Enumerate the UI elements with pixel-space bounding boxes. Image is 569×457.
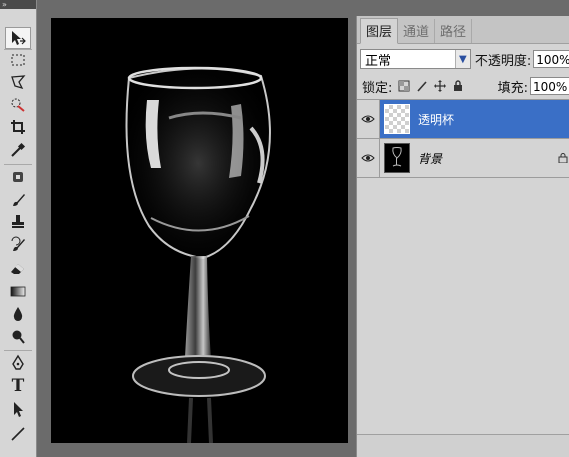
eyedropper-tool-button[interactable] xyxy=(6,140,30,160)
quick-selection-tool-button[interactable] xyxy=(6,94,30,114)
lasso-tool-button[interactable] xyxy=(6,72,30,92)
panel-tabs: 图层 通道 路径 xyxy=(357,16,569,44)
path-selection-icon xyxy=(14,402,23,417)
layer-list: 透明杯 背景 xyxy=(357,99,569,178)
layer-body[interactable]: 背景 xyxy=(380,139,569,177)
lock-image-pixels-icon[interactable] xyxy=(415,80,428,93)
fill-input[interactable]: 100% xyxy=(530,77,569,95)
chevron-down-icon[interactable]: ▼ xyxy=(454,50,470,68)
layers-panel: 图层 通道 路径 正常 ▼ 不透明度: 100% 锁定: 填充: 100% 透明… xyxy=(356,16,569,457)
visibility-toggle[interactable] xyxy=(357,139,380,177)
move-icon xyxy=(12,31,26,45)
panel-footer xyxy=(357,434,569,457)
tab-layers[interactable]: 图层 xyxy=(360,18,399,44)
lasso-icon xyxy=(11,75,26,90)
visibility-toggle[interactable] xyxy=(357,100,380,138)
type-tool-button[interactable]: T xyxy=(6,376,30,396)
eyedropper-icon xyxy=(11,142,26,157)
lock-icon xyxy=(558,153,568,163)
dodge-tool-button[interactable] xyxy=(6,327,30,347)
eye-icon xyxy=(361,115,375,123)
dodge-icon xyxy=(12,330,25,344)
lock-label: 锁定: xyxy=(362,80,393,96)
healing-brush-icon xyxy=(13,172,23,182)
history-brush-icon xyxy=(11,236,25,251)
gradient-icon xyxy=(10,286,26,297)
type-icon: T xyxy=(11,376,25,396)
lock-all-icon[interactable] xyxy=(451,80,464,93)
fill-label: 填充: xyxy=(497,80,528,96)
blur-icon xyxy=(13,307,23,321)
blend-row: 正常 ▼ 不透明度: 100% xyxy=(360,47,569,71)
clone-stamp-tool-button[interactable] xyxy=(6,212,30,232)
lock-row: 锁定: 填充: 100% xyxy=(360,75,569,97)
marquee-tool-button[interactable] xyxy=(6,50,30,70)
toolbox: » T xyxy=(0,0,37,457)
quick-selection-icon xyxy=(11,98,25,112)
pen-icon xyxy=(12,354,24,370)
layer-thumbnail xyxy=(384,143,410,173)
eraser-tool-button[interactable] xyxy=(6,258,30,278)
wine-glass-image xyxy=(125,66,271,443)
marquee-icon xyxy=(11,54,25,66)
blur-tool-button[interactable] xyxy=(6,304,30,324)
opacity-label: 不透明度: xyxy=(474,53,532,69)
gradient-tool-button[interactable] xyxy=(6,281,30,301)
blend-mode-select[interactable]: 正常 ▼ xyxy=(360,49,471,69)
eraser-icon xyxy=(11,264,24,274)
crop-tool-button[interactable] xyxy=(6,117,30,137)
line-tool-button[interactable] xyxy=(6,424,30,444)
blend-mode-value: 正常 xyxy=(365,53,392,69)
tab-channels[interactable]: 通道 xyxy=(398,19,436,43)
lock-position-icon[interactable] xyxy=(433,80,446,93)
layer-row[interactable]: 背景 xyxy=(357,139,569,178)
healing-brush-tool-button[interactable] xyxy=(6,167,30,187)
layer-name: 背景 xyxy=(418,151,443,166)
brush-tool-button[interactable] xyxy=(6,190,30,210)
opacity-input[interactable]: 100% xyxy=(533,50,569,68)
workspace xyxy=(37,0,355,457)
layer-name: 透明杯 xyxy=(418,112,455,127)
history-brush-tool-button[interactable] xyxy=(6,235,30,255)
line-icon xyxy=(11,427,25,441)
eye-icon xyxy=(361,154,375,162)
document-canvas[interactable] xyxy=(51,18,348,443)
layer-body[interactable]: 透明杯 xyxy=(380,100,569,138)
layer-thumbnail xyxy=(384,104,410,134)
toolbox-grip[interactable]: » xyxy=(0,0,36,9)
move-tool-button[interactable] xyxy=(5,27,31,49)
layer-row[interactable]: 透明杯 xyxy=(357,100,569,139)
path-selection-tool-button[interactable] xyxy=(6,399,30,419)
lock-transparent-pixels-icon[interactable] xyxy=(397,80,410,93)
brush-icon xyxy=(13,194,25,206)
pen-tool-button[interactable] xyxy=(6,353,30,373)
crop-icon xyxy=(11,120,25,134)
tab-paths[interactable]: 路径 xyxy=(435,19,473,43)
clone-stamp-icon xyxy=(12,215,24,228)
